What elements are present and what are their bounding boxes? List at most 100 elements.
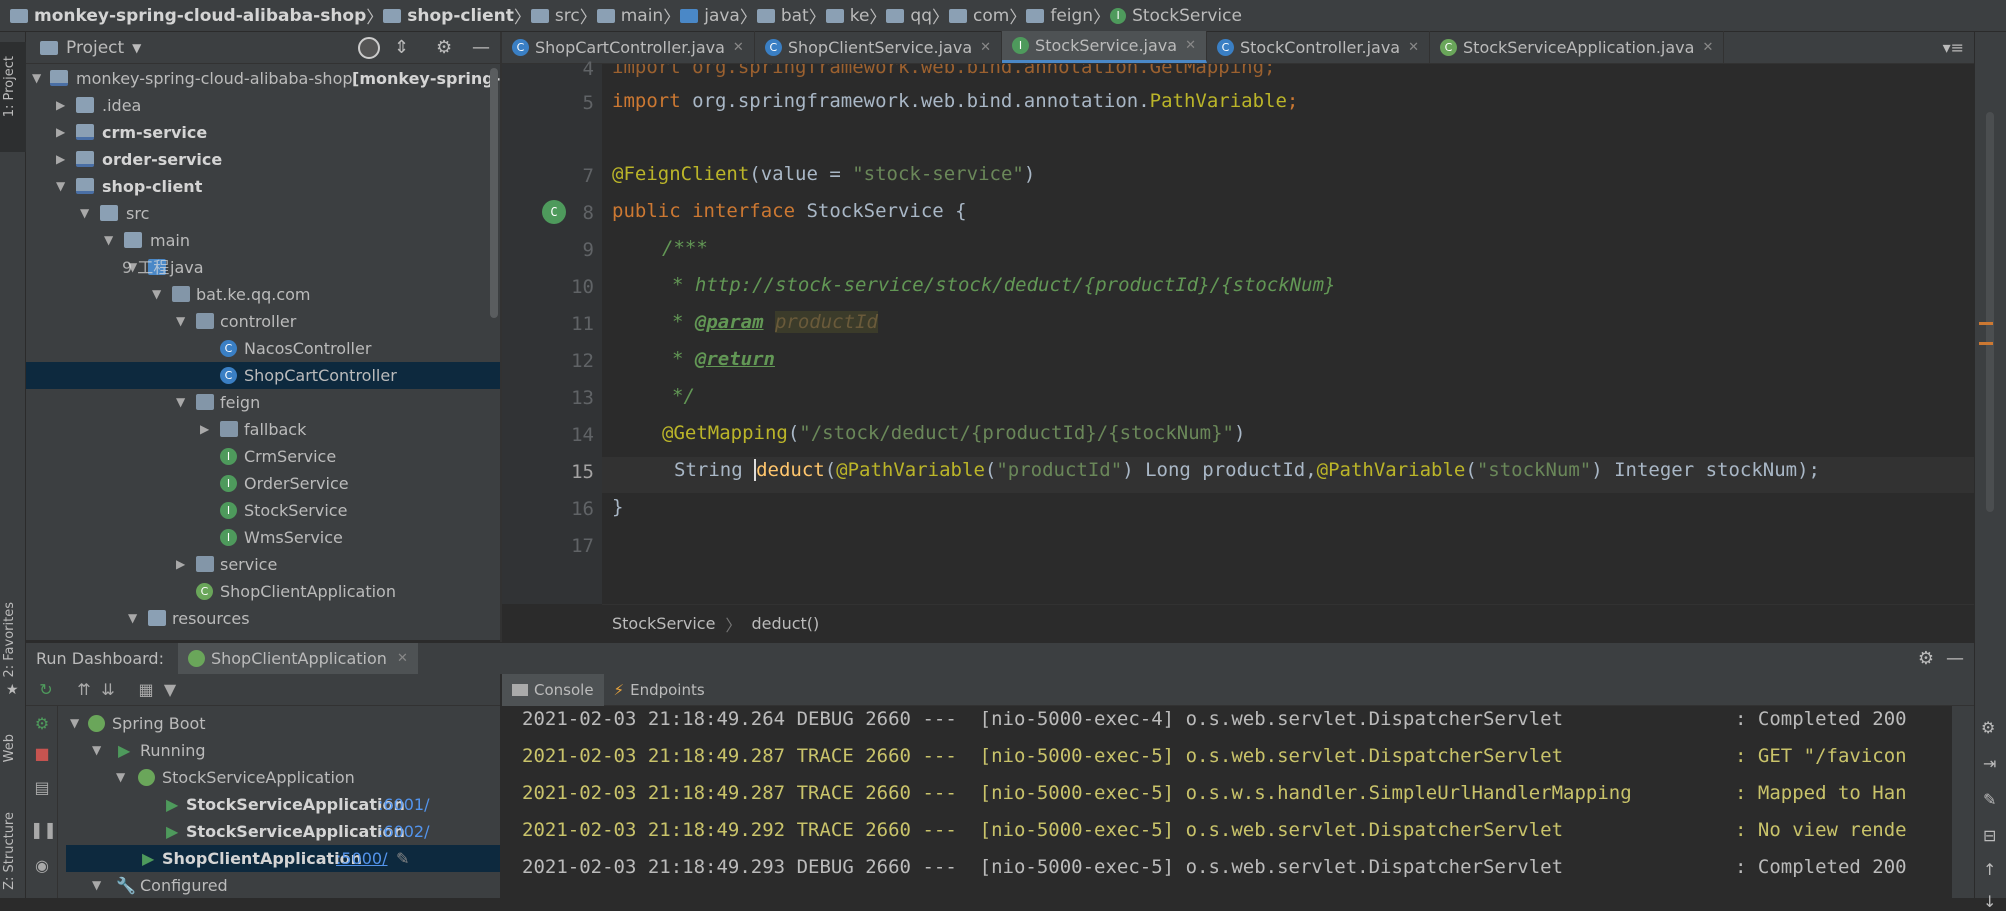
chevron-down-icon[interactable]: ▼ — [176, 389, 185, 416]
project-tool-tab[interactable]: 1: Project — [0, 42, 26, 152]
breadcrumb-com[interactable]: com — [949, 6, 1009, 26]
breadcrumb-module[interactable]: shop-client — [383, 6, 514, 26]
structure-tool-tab[interactable]: Z: Structure — [2, 812, 17, 890]
breadcrumb-ke[interactable]: ke — [825, 6, 869, 26]
scroll-from-source-icon[interactable] — [358, 36, 380, 59]
collapse-all-icon[interactable]: ⇕ — [394, 37, 409, 58]
tree-item-shop-client[interactable]: ▼ shop-client — [26, 173, 500, 200]
tree-item-nacos-controller[interactable]: C NacosController — [26, 335, 500, 362]
tree-item-fallback[interactable]: ▶ fallback — [26, 416, 500, 443]
arrow-up-icon[interactable]: ↑ — [1983, 860, 1996, 879]
tree-item-idea[interactable]: ▶ .idea — [26, 92, 500, 119]
chevron-right-icon[interactable]: ▶ — [176, 551, 185, 578]
gear-icon[interactable]: ⚙ — [1918, 648, 1934, 669]
run-tree-configured[interactable]: ▼ 🔧 Configured — [26, 872, 500, 898]
chevron-down-icon[interactable]: ▼ — [104, 227, 113, 254]
tree-item-wmsservice[interactable]: I WmsService — [26, 524, 500, 551]
tree-item-main[interactable]: ▼ main — [26, 227, 500, 254]
close-icon[interactable]: ✕ — [1408, 40, 1419, 55]
tree-item-orderservice[interactable]: I OrderService — [26, 470, 500, 497]
run-tree-shopclient-app[interactable]: ▶ ShopClientApplication :5000/ ✎ — [66, 845, 500, 872]
crumb-deduct[interactable]: deduct() — [751, 614, 819, 633]
warning-marker[interactable] — [1979, 342, 1993, 345]
favorites-tool-tab[interactable]: 2: Favorites — [2, 602, 17, 678]
breadcrumb-qq[interactable]: qq — [886, 6, 932, 26]
port-link[interactable]: :6002/ — [378, 818, 430, 845]
chevron-down-icon[interactable]: ▼ — [176, 308, 185, 335]
tree-item-resources[interactable]: ▼ resources — [26, 605, 500, 632]
chevron-right-icon[interactable]: ▶ — [200, 416, 209, 443]
tab-shopclient-app[interactable]: ShopClientApplication ✕ — [177, 642, 418, 675]
console-scrollbar[interactable] — [1952, 706, 1974, 898]
tab-stock-controller[interactable]: C StockController.java ✕ — [1207, 31, 1431, 63]
tree-item-order-service[interactable]: ▶ order-service — [26, 146, 500, 173]
hide-panel-icon[interactable]: — — [1946, 648, 1964, 669]
run-tree-stock-instance-6001[interactable]: ▶ StockServiceApplication :6001/ — [26, 791, 500, 818]
port-link[interactable]: :5000/ — [336, 845, 388, 872]
run-tree-stock-instance-6002[interactable]: ▶ StockServiceApplication :6002/ — [26, 818, 500, 845]
tab-stock-service-application[interactable]: C StockServiceApplication.java ✕ — [1430, 31, 1725, 63]
gear-icon[interactable]: ⚙ — [436, 37, 452, 58]
tree-item-shopclient-app[interactable]: C ShopClientApplication — [26, 578, 500, 605]
run-tree-stock-app[interactable]: ▼ StockServiceApplication — [26, 764, 500, 791]
chevron-down-icon[interactable]: ▼ — [116, 764, 125, 791]
warning-marker[interactable] — [1979, 322, 1993, 325]
web-tool-tab[interactable]: Web — [2, 734, 17, 762]
chevron-down-icon[interactable]: ▼ — [152, 281, 161, 308]
close-icon[interactable]: ✕ — [1185, 38, 1196, 53]
filter-icon[interactable]: ⊟ — [1983, 826, 1996, 845]
tree-scrollbar[interactable] — [490, 68, 498, 318]
chevron-right-icon[interactable]: ▶ — [56, 146, 65, 173]
expand-all-icon[interactable]: ⇈ — [72, 680, 96, 699]
tab-stock-service[interactable]: I StockService.java ✕ — [1002, 31, 1207, 63]
tree-item-crm-service[interactable]: ▶ crm-service — [26, 119, 500, 146]
arrow-down-icon[interactable]: ↓ — [1983, 892, 1996, 911]
breadcrumb-src[interactable]: src — [530, 6, 580, 26]
breadcrumb-java[interactable]: java — [680, 6, 740, 26]
hide-panel-icon[interactable]: — — [472, 37, 490, 58]
chevron-right-icon[interactable]: ▶ — [56, 119, 65, 146]
tab-endpoints[interactable]: ⚡ Endpoints — [604, 681, 715, 699]
tree-item-src[interactable]: ▼ src — [26, 200, 500, 227]
tab-console[interactable]: Console — [502, 673, 604, 706]
tab-shopclient-service[interactable]: C ShopClientService.java ✕ — [755, 31, 1003, 63]
chevron-down-icon[interactable]: ▼ — [132, 41, 141, 55]
rerun-icon[interactable]: ↻ — [34, 680, 58, 699]
tree-item-shopcart-controller[interactable]: C ShopCartController — [26, 362, 500, 389]
tree-item-controller[interactable]: ▼ controller — [26, 308, 500, 335]
crumb-stockservice[interactable]: StockService — [612, 614, 715, 633]
tree-item-java[interactable]: ▼ java 9 工程 — [26, 254, 500, 281]
tab-list-icon[interactable]: ▾≡ — [1943, 38, 1964, 57]
port-link[interactable]: :6001/ — [378, 791, 430, 818]
breadcrumb-bat[interactable]: bat — [756, 6, 809, 26]
chevron-down-icon[interactable]: ▼ — [80, 200, 89, 227]
breadcrumb-stockservice[interactable]: I StockService — [1110, 6, 1242, 26]
run-tree-running[interactable]: ▼ ▶ Running — [26, 737, 500, 764]
chevron-down-icon[interactable]: ▼ — [56, 173, 65, 200]
editor-scrollbar[interactable] — [1986, 112, 1994, 512]
tree-item-crmservice[interactable]: I CrmService — [26, 443, 500, 470]
tree-item-root[interactable]: ▼ monkey-spring-cloud-alibaba-shop [monk… — [26, 65, 500, 92]
run-tree-spring-boot[interactable]: ▼ Spring Boot — [26, 710, 500, 737]
console-output[interactable]: 2021-02-03 21:18:49.264 DEBUG 2660 --- [… — [502, 706, 1952, 898]
chevron-right-icon[interactable]: ▶ — [56, 92, 65, 119]
chevron-down-icon[interactable]: ▼ — [70, 710, 79, 737]
group-icon[interactable]: ▦ — [134, 680, 158, 699]
project-view-selector[interactable]: Project — [66, 38, 124, 58]
close-icon[interactable]: ✕ — [733, 40, 744, 55]
close-icon[interactable]: ✕ — [1702, 40, 1713, 55]
chevron-down-icon[interactable]: ▼ — [128, 605, 137, 632]
spring-bean-gutter-icon[interactable]: C — [542, 200, 566, 224]
chevron-down-icon[interactable]: ▼ — [92, 872, 101, 898]
edit-icon[interactable]: ✎ — [396, 845, 409, 872]
tree-item-stockservice[interactable]: I StockService — [26, 497, 500, 524]
close-icon[interactable]: ✕ — [980, 40, 991, 55]
close-icon[interactable]: ✕ — [397, 651, 408, 666]
breadcrumb-main[interactable]: main — [596, 6, 663, 26]
wrap-icon[interactable]: ⇥ — [1983, 754, 1996, 773]
filter-icon[interactable]: ▼ — [158, 680, 182, 699]
breadcrumb-project[interactable]: monkey-spring-cloud-alibaba-shop — [10, 6, 366, 26]
chevron-down-icon[interactable]: ▼ — [32, 65, 41, 92]
tree-item-feign[interactable]: ▼ feign — [26, 389, 500, 416]
chevron-down-icon[interactable]: ▼ — [92, 737, 101, 764]
